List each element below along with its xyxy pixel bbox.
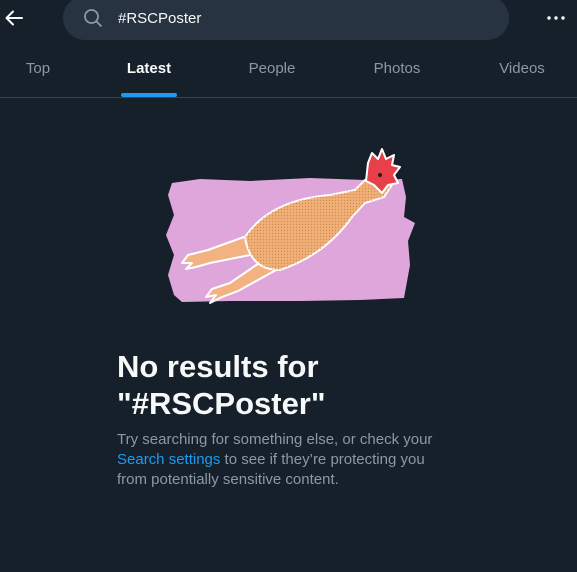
empty-state-description: Try searching for something else, or che… — [117, 430, 452, 490]
empty-state-title-line1: No results for — [117, 349, 319, 384]
desc-text-before: Try searching for something else, or che… — [117, 431, 433, 448]
tab-top[interactable]: Top — [0, 40, 76, 97]
more-horizontal-icon — [547, 16, 565, 20]
search-icon — [84, 9, 102, 27]
more-button[interactable] — [543, 8, 569, 28]
tab-photos[interactable]: Photos — [350, 40, 444, 97]
search-settings-link[interactable]: Search settings — [117, 451, 220, 468]
empty-state-title-line2: "#RSCPoster" — [117, 386, 326, 421]
tab-videos[interactable]: Videos — [477, 40, 567, 97]
active-tab-indicator — [121, 93, 177, 97]
rubber-chicken-illustration — [166, 148, 415, 304]
arrow-left-icon — [5, 10, 23, 26]
tab-people[interactable]: People — [228, 40, 316, 97]
empty-state-title: No results for "#RSCPoster" — [117, 348, 517, 422]
search-tabs: Top Latest People Photos Videos — [0, 40, 577, 98]
search-box[interactable] — [63, 0, 509, 40]
search-input[interactable] — [118, 2, 488, 34]
back-button[interactable] — [3, 5, 25, 31]
tab-latest[interactable]: Latest — [108, 40, 190, 97]
search-header — [0, 0, 577, 40]
